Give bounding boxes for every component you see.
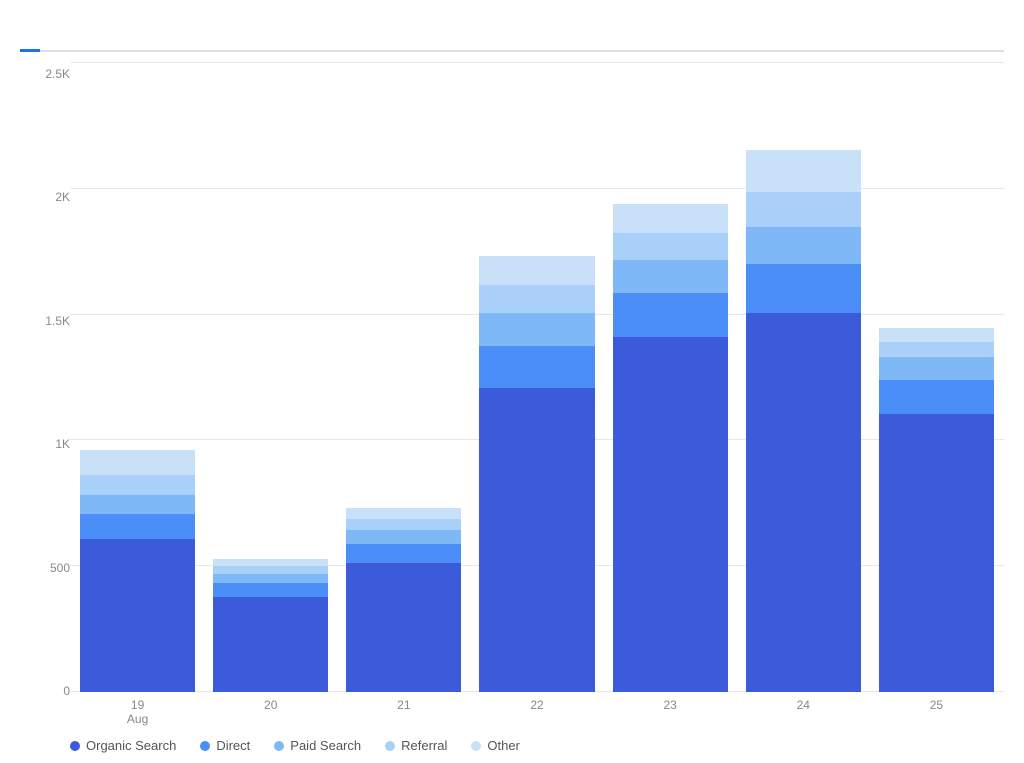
bar-segment-referral [479,285,594,312]
x-axis-label: 21 [346,692,461,728]
y-axis-label: 0 [63,684,70,698]
bar-group [746,62,861,692]
legend-label: Direct [216,738,250,753]
bar-segment-referral [879,342,994,357]
bar-segment-organicSearch [613,337,728,692]
bar-group [479,62,594,692]
bar-segment-paidSearch [346,530,461,544]
y-axis-label: 500 [50,561,70,575]
bar-segment-paidSearch [213,574,328,583]
x-axis-label: 23 [613,692,728,728]
tab-bar [20,32,1004,52]
bar-segment-paidSearch [479,313,594,347]
legend-label: Organic Search [86,738,176,753]
x-axis-label: 20 [213,692,328,728]
bar-stack [746,107,861,692]
x-axis-label: 22 [479,692,594,728]
bars-row [70,62,1004,692]
bar-segment-paidSearch [746,227,861,264]
legend-dot-paidSearch [274,741,284,751]
chart-inner: 19 Aug 20 21 22 23 24 25 [70,62,1004,728]
bar-segment-referral [80,475,195,495]
bar-stack [479,168,594,692]
dashboard-container: 2.5K 2K 1.5K 1K 500 0 19 Aug 20 21 22 23 24 25 [0,0,1024,763]
bar-segment-organicSearch [746,313,861,692]
legend-dot-organicSearch [70,741,80,751]
bars-and-grid [70,62,1004,692]
bar-segment-other [879,328,994,341]
bar-segment-other [746,150,861,192]
bar-segment-other [346,508,461,519]
x-axis-label: 25 [879,692,994,728]
x-axis-label: 19 Aug [80,692,195,728]
bar-segment-paidSearch [80,495,195,514]
y-axis-label: 1.5K [45,314,70,328]
bar-group [346,62,461,692]
legend: Organic Search Direct Paid Search Referral O… [20,728,1004,753]
bar-stack [879,213,994,692]
bar-segment-organicSearch [213,597,328,692]
bar-segment-referral [213,566,328,574]
legend-item: Paid Search [274,738,361,753]
y-axis-label: 2K [55,190,70,204]
legend-item: Direct [200,738,250,753]
tab-traffic-channel[interactable] [20,32,40,50]
bar-stack [613,138,728,692]
bar-segment-direct [346,544,461,563]
bar-segment-other [613,204,728,233]
bar-group [613,62,728,692]
bar-segment-organicSearch [879,414,994,692]
bar-segment-other [213,559,328,566]
bar-segment-paidSearch [613,260,728,293]
bar-group [80,62,195,692]
y-axis-label: 1K [55,437,70,451]
tab-referrals[interactable] [60,32,80,50]
bar-group [213,62,328,692]
bar-stack [80,301,195,692]
chart-wrapper: 2.5K 2K 1.5K 1K 500 0 19 Aug 20 21 22 23 24 25 [20,62,1004,728]
bar-segment-paidSearch [879,357,994,380]
bar-segment-organicSearch [80,539,195,692]
bar-segment-direct [746,264,861,313]
x-axis-label: 24 [746,692,861,728]
bar-group [879,62,994,692]
bar-segment-direct [879,380,994,414]
bar-segment-other [479,256,594,285]
bar-segment-referral [746,192,861,227]
y-axis-label: 2.5K [45,67,70,81]
bar-stack [346,352,461,692]
chart-area: 2.5K 2K 1.5K 1K 500 0 19 Aug 20 21 22 23 24 25 [20,62,1004,753]
y-axis: 2.5K 2K 1.5K 1K 500 0 [20,62,70,728]
bar-stack [213,402,328,692]
legend-dot-direct [200,741,210,751]
bar-segment-referral [346,519,461,530]
bar-segment-referral [613,233,728,260]
legend-label: Paid Search [290,738,361,753]
bar-segment-organicSearch [346,563,461,692]
legend-item: Organic Search [70,738,176,753]
bar-segment-organicSearch [479,388,594,692]
bar-segment-other [80,450,195,475]
bar-segment-direct [479,346,594,388]
bar-segment-direct [80,514,195,539]
legend-item: Other [471,738,520,753]
legend-label: Other [487,738,520,753]
bar-segment-direct [213,583,328,597]
legend-dot-referral [385,741,395,751]
bar-segment-direct [613,293,728,337]
bars-container [70,62,1004,692]
legend-dot-other [471,741,481,751]
legend-item: Referral [385,738,447,753]
legend-label: Referral [401,738,447,753]
x-axis: 19 Aug 20 21 22 23 24 25 [70,692,1004,728]
tab-source-medium[interactable] [40,32,60,50]
